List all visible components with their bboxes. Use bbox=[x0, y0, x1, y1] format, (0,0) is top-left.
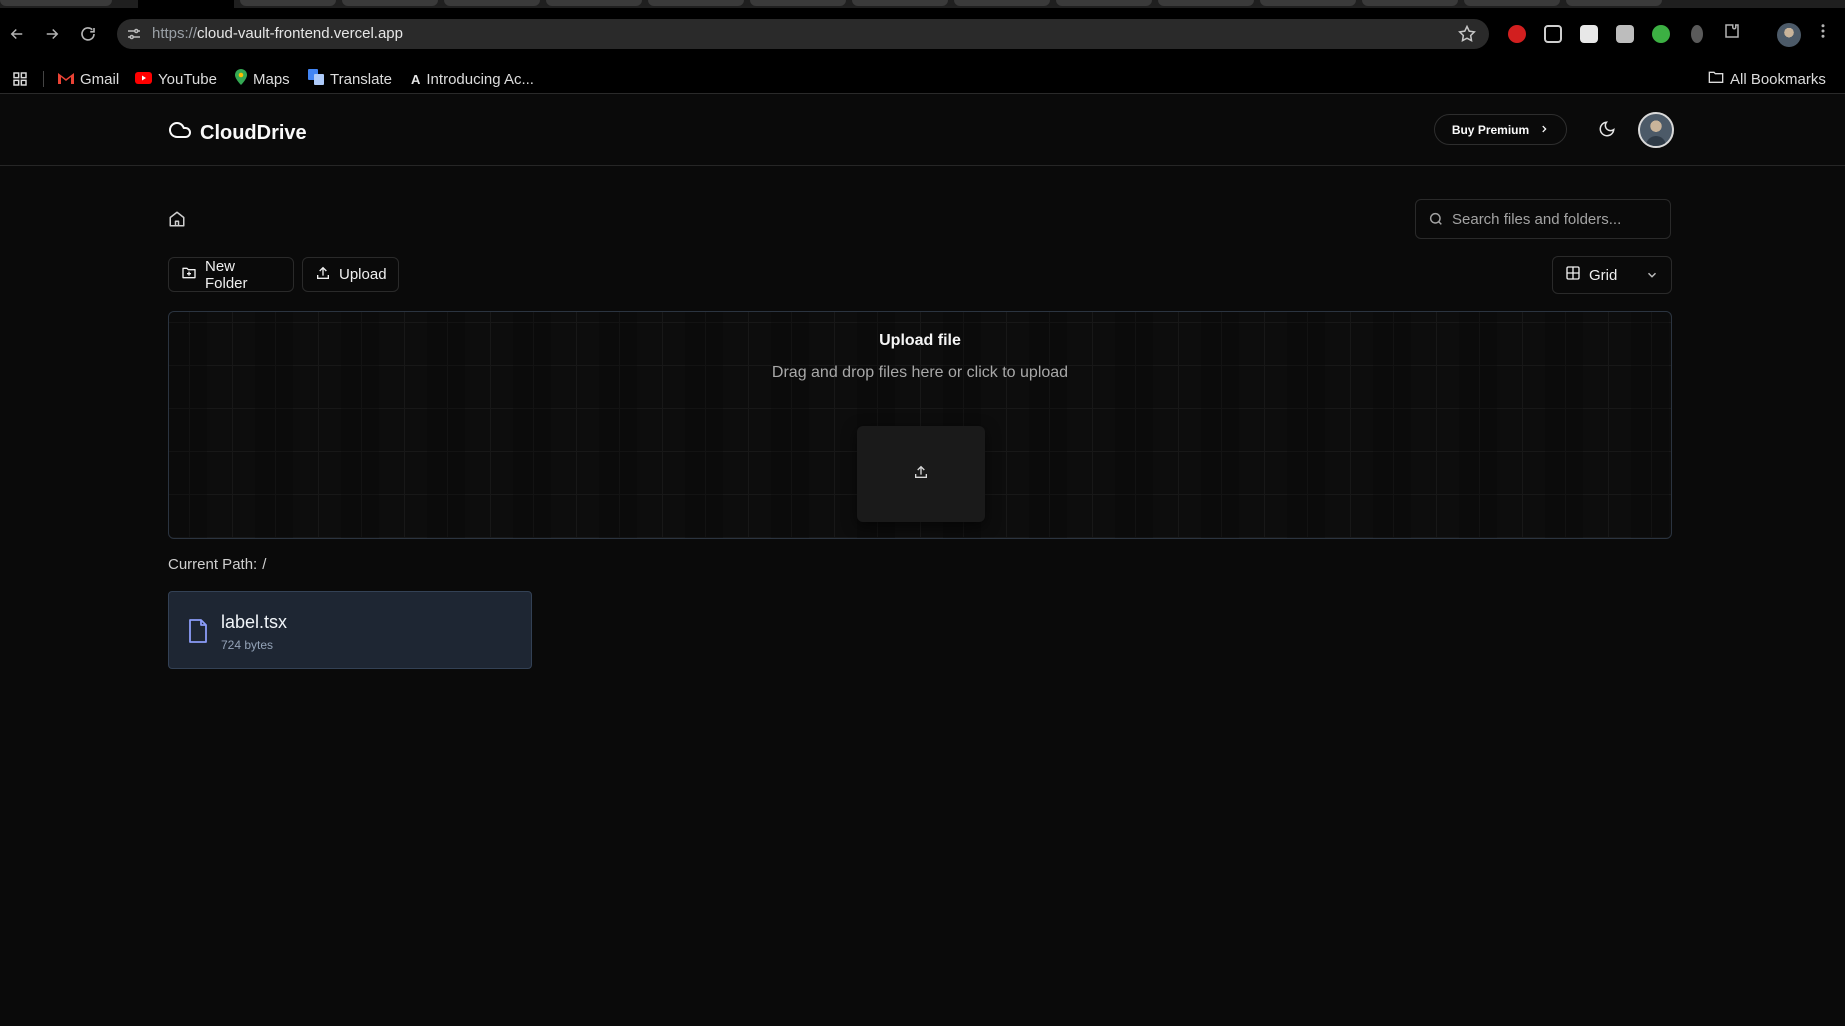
view-mode-select[interactable]: Grid bbox=[1552, 256, 1672, 294]
new-folder-label: New Folder bbox=[205, 257, 248, 292]
bookmark-label: Translate bbox=[330, 70, 392, 88]
reload-icon[interactable] bbox=[76, 22, 100, 46]
bookmark-translate[interactable]: Translate bbox=[308, 69, 392, 89]
browser-tab-active[interactable] bbox=[138, 0, 234, 8]
profile-avatar-icon[interactable] bbox=[1777, 23, 1801, 47]
url-host: cloud-vault-frontend.vercel.app bbox=[197, 25, 403, 42]
extension-icon[interactable] bbox=[1508, 25, 1526, 43]
file-card[interactable]: label.tsx 724 bytes bbox=[168, 591, 532, 669]
home-icon[interactable] bbox=[168, 210, 186, 228]
browser-tab[interactable] bbox=[1158, 0, 1254, 6]
bookmark-star-icon[interactable] bbox=[1457, 24, 1477, 44]
browser-tab[interactable] bbox=[0, 0, 112, 6]
new-folder-button[interactable]: New Folder bbox=[168, 257, 294, 292]
translate-icon bbox=[308, 69, 324, 89]
browser-tab[interactable] bbox=[852, 0, 948, 6]
menu-kebab-icon[interactable] bbox=[1811, 19, 1835, 43]
extension-icon[interactable] bbox=[1616, 25, 1634, 43]
current-path-label: Current Path: bbox=[168, 556, 258, 573]
current-path-value: / bbox=[262, 556, 267, 573]
chevron-right-icon bbox=[1539, 123, 1549, 137]
gmail-icon bbox=[58, 71, 74, 88]
dropzone-title: Upload file bbox=[879, 332, 961, 349]
bookmark-label: Maps bbox=[253, 70, 290, 88]
cloud-icon bbox=[168, 118, 192, 148]
youtube-icon bbox=[135, 71, 152, 88]
folder-plus-icon bbox=[181, 265, 197, 285]
browser-tab[interactable] bbox=[1464, 0, 1560, 6]
extension-icon[interactable] bbox=[1691, 25, 1703, 43]
brand-logo[interactable]: CloudDrive bbox=[168, 118, 307, 148]
bookmark-introducing[interactable]: A Introducing Ac... bbox=[411, 69, 534, 89]
site-settings-icon[interactable] bbox=[125, 25, 143, 43]
search-input[interactable] bbox=[1452, 208, 1662, 230]
browser-tab[interactable] bbox=[1056, 0, 1152, 6]
all-bookmarks[interactable]: All Bookmarks bbox=[1708, 69, 1826, 89]
bookmarks-bar: Gmail YouTube Maps Translate A Introduci… bbox=[0, 64, 1845, 94]
browser-tab[interactable] bbox=[444, 0, 540, 6]
dropzone-upload-target[interactable] bbox=[857, 426, 985, 522]
bookmarks-divider bbox=[43, 71, 44, 87]
bookmark-label: Introducing Ac... bbox=[426, 70, 534, 88]
user-avatar[interactable] bbox=[1638, 112, 1674, 148]
bookmark-label: YouTube bbox=[158, 70, 217, 88]
forward-icon[interactable] bbox=[40, 22, 64, 46]
upload-label: Upload bbox=[339, 266, 387, 283]
upload-button[interactable]: Upload bbox=[302, 257, 399, 292]
dropzone-subtitle: Drag and drop files here or click to upl… bbox=[771, 364, 1069, 381]
bookmark-label: Gmail bbox=[80, 70, 120, 88]
browser-tab[interactable] bbox=[648, 0, 744, 6]
maps-icon bbox=[235, 69, 247, 89]
file-name: label.tsx bbox=[221, 612, 288, 632]
bookmark-gmail[interactable]: Gmail bbox=[58, 69, 119, 89]
back-icon[interactable] bbox=[5, 22, 29, 46]
current-path: Current Path: / bbox=[168, 556, 266, 573]
browser-tab[interactable] bbox=[1362, 0, 1458, 6]
browser-toolbar: https://cloud-vault-frontend.vercel.app bbox=[0, 8, 1845, 64]
anthropic-icon: A bbox=[411, 71, 421, 87]
browser-tabstrip bbox=[0, 0, 1845, 8]
upload-dropzone[interactable]: Upload file Drag and drop files here or … bbox=[168, 311, 1672, 539]
search-icon bbox=[1428, 211, 1444, 227]
grid-icon bbox=[1565, 265, 1581, 285]
chevron-down-icon bbox=[1645, 268, 1659, 282]
bookmark-maps[interactable]: Maps bbox=[235, 69, 290, 89]
address-bar[interactable]: https://cloud-vault-frontend.vercel.app bbox=[117, 19, 1489, 49]
brand-name: CloudDrive bbox=[200, 121, 307, 144]
theme-toggle-button[interactable] bbox=[1592, 116, 1622, 146]
premium-label: Buy Premium bbox=[1451, 122, 1530, 137]
browser-tab[interactable] bbox=[342, 0, 438, 6]
browser-tab[interactable] bbox=[750, 0, 846, 6]
file-size: 724 bytes bbox=[221, 638, 274, 652]
bookmark-youtube[interactable]: YouTube bbox=[135, 69, 217, 89]
view-mode-label: Grid bbox=[1589, 266, 1618, 284]
browser-tab[interactable] bbox=[1566, 0, 1662, 6]
file-icon bbox=[188, 619, 208, 643]
browser-tab[interactable] bbox=[240, 0, 336, 6]
browser-tab[interactable] bbox=[546, 0, 642, 6]
apps-grid-icon[interactable] bbox=[12, 69, 28, 89]
url-text[interactable]: https://cloud-vault-frontend.vercel.app bbox=[152, 25, 403, 42]
notion-extension-icon[interactable] bbox=[1544, 25, 1562, 43]
upload-icon bbox=[913, 464, 929, 485]
all-bookmarks-label: All Bookmarks bbox=[1730, 70, 1826, 88]
extensions-puzzle-icon[interactable] bbox=[1720, 19, 1744, 43]
search-field[interactable] bbox=[1415, 199, 1671, 239]
url-scheme: https:// bbox=[152, 25, 198, 42]
upload-icon bbox=[315, 265, 331, 285]
browser-tab[interactable] bbox=[954, 0, 1050, 6]
moon-icon bbox=[1598, 120, 1616, 143]
extension-icon[interactable] bbox=[1652, 25, 1670, 43]
browser-tab[interactable] bbox=[1260, 0, 1356, 6]
extension-icon[interactable] bbox=[1580, 25, 1598, 43]
app-header: CloudDrive Buy Premium bbox=[0, 94, 1845, 166]
buy-premium-button[interactable]: Buy Premium bbox=[1434, 114, 1567, 145]
folder-icon bbox=[1708, 70, 1724, 88]
